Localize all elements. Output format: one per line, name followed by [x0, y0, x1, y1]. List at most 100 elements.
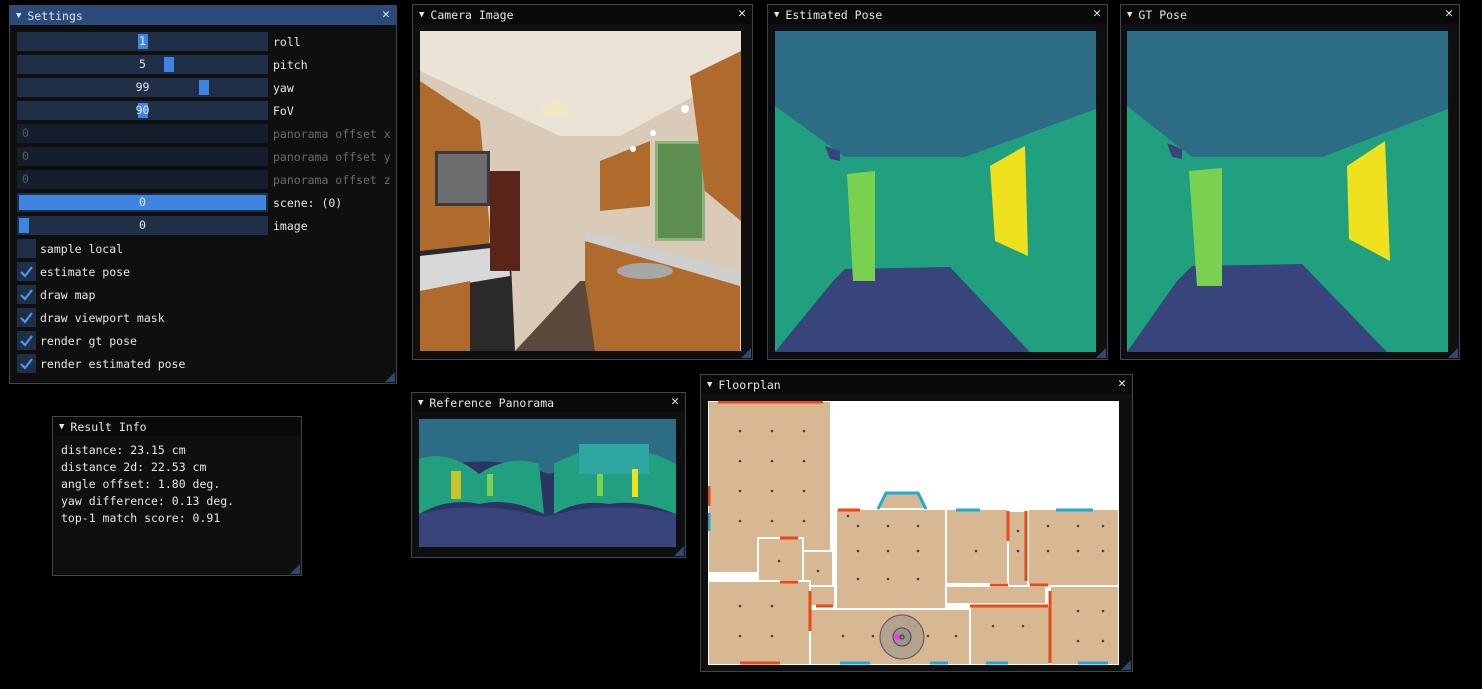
resize-grip[interactable] — [385, 372, 395, 382]
checkbox-render-gt-pose[interactable] — [17, 331, 36, 350]
resize-grip[interactable] — [1448, 348, 1458, 358]
slider-label: yaw — [273, 80, 294, 95]
collapse-icon[interactable]: ▼ — [1127, 10, 1132, 20]
checkbox-estimate-pose[interactable] — [17, 262, 36, 281]
checkbox-draw-viewport-mask[interactable] — [17, 308, 36, 327]
gt-pose-window: ▼ GT Pose ✕ — [1120, 4, 1460, 360]
panorama-title: Reference Panorama — [429, 395, 555, 410]
camera-title: Camera Image — [430, 7, 514, 22]
checkbox-label: draw viewport mask — [40, 310, 165, 325]
result-lines: distance: 23.15 cm distance 2d: 22.53 cm… — [61, 442, 234, 527]
floorplan-map — [708, 401, 1119, 665]
slider-row: 0 scene: (0) — [17, 193, 342, 212]
checkbox-row: render estimated pose — [17, 354, 185, 373]
collapse-icon[interactable]: ▼ — [707, 380, 712, 390]
result-title: Result Info — [70, 419, 147, 434]
floorplan-title: Floorplan — [718, 377, 781, 392]
gt-titlebar[interactable]: ▼ GT Pose ✕ — [1121, 5, 1459, 24]
slider-scene-0-[interactable]: 0 — [17, 193, 268, 212]
slider-panorama-offset-z: 0 — [17, 170, 268, 189]
slider-value: 0 — [22, 172, 29, 186]
floorplan-window: ▼ Floorplan ✕ — [700, 374, 1133, 672]
slider-row: 0 panorama offset y — [17, 147, 391, 166]
settings-window: ▼ Settings ✕ 1 roll 5 pitch 99 yaw 90 FoV 0 panor… — [9, 5, 397, 384]
slider-yaw[interactable]: 99 — [17, 78, 268, 97]
slider-pitch[interactable]: 5 — [17, 55, 268, 74]
slider-label: scene: (0) — [273, 195, 343, 210]
checkbox-label: render estimated pose — [40, 356, 186, 371]
result-info-window: ▼ Result Info distance: 23.15 cm distanc… — [52, 416, 302, 576]
slider-value: 0 — [139, 218, 146, 232]
settings-titlebar[interactable]: ▼ Settings ✕ — [10, 6, 396, 25]
result-line: top-1 match score: 0.91 — [61, 511, 221, 525]
slider-row: 0 panorama offset z — [17, 170, 391, 189]
panorama-titlebar[interactable]: ▼ Reference Panorama ✕ — [412, 393, 685, 412]
checkmark-icon — [20, 358, 33, 370]
checkmark-icon — [20, 335, 33, 347]
slider-value: 0 — [22, 126, 29, 140]
slider-value: 1 — [139, 34, 146, 48]
result-line: distance 2d: 22.53 cm — [61, 460, 207, 474]
checkbox-label: draw map — [40, 287, 96, 302]
slider-row: 0 image — [17, 216, 308, 235]
resize-grip[interactable] — [741, 348, 751, 358]
checkbox-row: draw viewport mask — [17, 308, 165, 327]
result-titlebar[interactable]: ▼ Result Info — [53, 417, 301, 436]
slider-row: 90 FoV — [17, 101, 294, 120]
resize-grip[interactable] — [674, 546, 684, 556]
slider-row: 1 roll — [17, 32, 301, 51]
collapse-icon[interactable]: ▼ — [59, 422, 64, 432]
collapse-icon[interactable]: ▼ — [774, 10, 779, 20]
slider-value: 0 — [22, 149, 29, 163]
camera-titlebar[interactable]: ▼ Camera Image ✕ — [413, 5, 752, 24]
slider-row: 99 yaw — [17, 78, 294, 97]
estimated-title: Estimated Pose — [785, 7, 883, 22]
resize-grip[interactable] — [1121, 660, 1131, 670]
slider-value: 99 — [135, 80, 150, 94]
close-icon[interactable]: ✕ — [671, 394, 679, 409]
close-icon[interactable]: ✕ — [738, 6, 746, 21]
checkbox-row: sample local — [17, 239, 123, 258]
floorplan-titlebar[interactable]: ▼ Floorplan ✕ — [701, 375, 1132, 394]
checkbox-label: estimate pose — [40, 264, 131, 279]
slider-label: panorama offset x — [273, 126, 391, 141]
checkbox-label: sample local — [40, 241, 124, 256]
gt-title: GT Pose — [1138, 7, 1187, 22]
close-icon[interactable]: ✕ — [1445, 6, 1453, 21]
slider-label: FoV — [273, 103, 294, 118]
slider-label: panorama offset y — [273, 149, 391, 164]
checkmark-icon — [20, 266, 33, 278]
slider-roll[interactable]: 1 — [17, 32, 268, 51]
resize-grip[interactable] — [290, 564, 300, 574]
checkbox-sample-local[interactable] — [17, 239, 36, 258]
slider-row: 0 panorama offset x — [17, 124, 391, 143]
close-icon[interactable]: ✕ — [382, 7, 390, 22]
slider-value: 0 — [139, 195, 146, 209]
slider-panorama-offset-x: 0 — [17, 124, 268, 143]
checkmark-icon — [20, 312, 33, 324]
estimated-pose-window: ▼ Estimated Pose ✕ — [767, 4, 1108, 360]
checkbox-draw-map[interactable] — [17, 285, 36, 304]
estimated-titlebar[interactable]: ▼ Estimated Pose ✕ — [768, 5, 1107, 24]
result-line: angle offset: 1.80 deg. — [61, 477, 221, 491]
collapse-icon[interactable]: ▼ — [16, 11, 21, 21]
gt-pose-render — [1127, 31, 1448, 352]
slider-label: pitch — [273, 57, 308, 72]
slider-image[interactable]: 0 — [17, 216, 268, 235]
checkbox-row: draw map — [17, 285, 95, 304]
slider-fov[interactable]: 90 — [17, 101, 268, 120]
collapse-icon[interactable]: ▼ — [418, 398, 423, 408]
close-icon[interactable]: ✕ — [1093, 6, 1101, 21]
reference-panorama-image — [419, 419, 676, 547]
collapse-icon[interactable]: ▼ — [419, 10, 424, 20]
slider-label: image — [273, 218, 308, 233]
estimated-pose-render — [775, 31, 1096, 352]
slider-label: panorama offset z — [273, 172, 391, 187]
slider-panorama-offset-y: 0 — [17, 147, 268, 166]
resize-grip[interactable] — [1096, 348, 1106, 358]
settings-title: Settings — [27, 8, 83, 23]
camera-image — [420, 31, 741, 351]
slider-row: 5 pitch — [17, 55, 308, 74]
close-icon[interactable]: ✕ — [1118, 376, 1126, 391]
checkbox-render-estimated-pose[interactable] — [17, 354, 36, 373]
